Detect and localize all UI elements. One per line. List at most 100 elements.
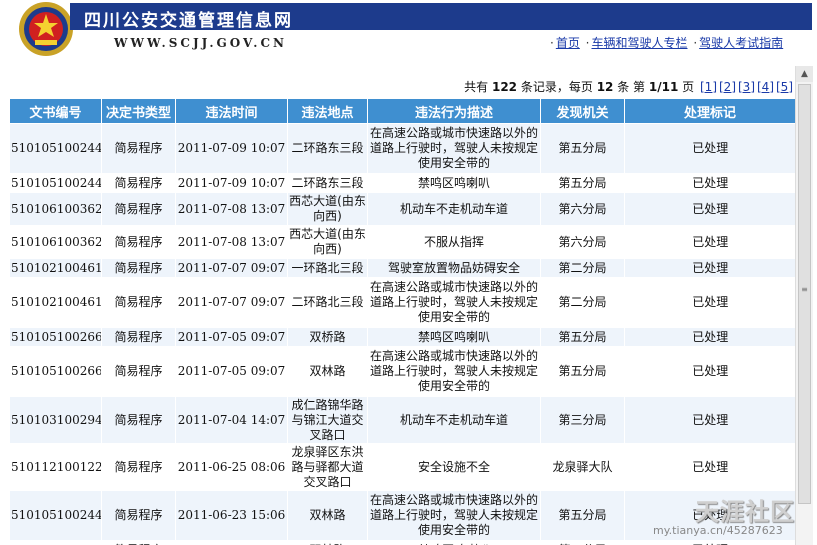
cell-violation-description: 在高速公路或城市快速路以外的道路上行驶时，驾驶人未按规定使用安全带的 (367, 346, 541, 397)
cell-violation-time: 2011-07-09 10:07 (175, 173, 288, 193)
column-header-issuing-authority: 发现机关 (540, 98, 625, 124)
scrollbar-grip-icon: ≡ (801, 285, 808, 294)
pagination: 共有 122 条记录，每页 12 条 第 1/11 页 [1] [2] [3] [4]… (464, 78, 793, 95)
title-bar: 四川公安交通管理信息网 (70, 3, 812, 31)
page-link-4[interactable]: [4] (757, 80, 774, 94)
cell-issuing-authority: 第五分局 (540, 123, 625, 174)
cell-violation-location: 双林路 (287, 490, 368, 541)
cell-issuing-authority: 第五分局 (540, 540, 625, 545)
cell-violation-description: 在高速公路或城市快速路以外的道路上行驶时，驾驶人未按规定使用安全带的 (367, 123, 541, 174)
table-row: 510102100461136简易程序2011-07-07 09:07一环路北三… (9, 258, 795, 278)
records-per-page: 12 (596, 80, 614, 94)
cell-violation-time: 2011-06-23 15:06 (175, 490, 288, 541)
cell-violation-time: 2011-07-05 09:07 (175, 346, 288, 397)
cell-process-status: 已处理 (624, 225, 795, 259)
cell-violation-time: 2011-07-04 14:07 (175, 396, 288, 444)
cell-violation-time: 2011-07-07 09:07 (175, 277, 288, 328)
cell-issuing-authority: 第五分局 (540, 173, 625, 193)
cell-violation-description: 安全设施不全 (367, 443, 541, 491)
site-title: 四川公安交通管理信息网 (84, 11, 293, 31)
cell-document-number: 510102100461136 (9, 258, 102, 278)
table-body: 510105100244528简易程序2011-07-09 10:07二环路东三… (9, 123, 795, 545)
scroll-up-arrow-icon[interactable]: ▲ (796, 66, 813, 82)
cell-violation-location: 双林路 (287, 540, 368, 545)
page-link-1[interactable]: [1] (700, 80, 717, 94)
pager-text: 页 (682, 80, 695, 94)
cell-decision-type: 简易程序 (101, 396, 176, 444)
cell-violation-time: 2011-07-05 09:07 (175, 327, 288, 347)
nav-link-vehicles-drivers[interactable]: 车辆和驾驶人专栏 (592, 36, 688, 50)
cell-decision-type: 简易程序 (101, 123, 176, 174)
nav-separator: · (550, 36, 554, 50)
table-row: 510103100294008简易程序2011-07-04 14:07成仁路锦华… (9, 396, 795, 444)
cell-decision-type: 简易程序 (101, 540, 176, 545)
vertical-scrollbar[interactable]: ▲ ≡ (795, 66, 813, 545)
table-header-row: 文书编号 决定书类型 违法时间 违法地点 违法行为描述 发现机关 处理标记 (9, 98, 795, 124)
page-link-2[interactable]: [2] (719, 80, 736, 94)
main-content: 共有 122 条记录，每页 12 条 第 1/11 页 [1] [2] [3] [4]… (0, 58, 795, 545)
cell-issuing-authority: 第五分局 (540, 490, 625, 541)
page-link-3[interactable]: [3] (738, 80, 755, 94)
cell-violation-location: 西芯大道(由东向西) (287, 192, 368, 226)
cell-violation-description: 在高速公路或城市快速路以外的道路上行驶时，驾驶人未按规定使用安全带的 (367, 490, 541, 541)
cell-violation-description: 驾驶室放置物品妨碍安全 (367, 258, 541, 278)
column-header-decision-type: 决定书类型 (101, 98, 176, 124)
cell-document-number: 510105100266993 (9, 327, 102, 347)
cell-document-number: 510103100294008 (9, 396, 102, 444)
cell-document-number: 510106100362914 (9, 225, 102, 259)
page-link-5[interactable]: [5] (776, 80, 793, 94)
cell-process-status: 已处理 (624, 258, 795, 278)
violation-records-table: 文书编号 决定书类型 违法时间 违法地点 违法行为描述 发现机关 处理标记 51… (9, 98, 795, 545)
cell-violation-description: 在高速公路或城市快速路以外的道路上行驶时，驾驶人未按规定使用安全带的 (367, 277, 541, 328)
cell-violation-description: 不服从指挥 (367, 225, 541, 259)
cell-violation-location: 二环路东三段 (287, 173, 368, 193)
site-url: WWW.SCJJ.GOV.CN (114, 36, 287, 50)
site-header: 四川公安交通管理信息网 WWW.SCJJ.GOV.CN · 首页 · 车辆和驾驶人专… (0, 0, 817, 58)
cell-issuing-authority: 第五分局 (540, 327, 625, 347)
cell-violation-location: 成仁路锦华路与锦江大道交叉路口 (287, 396, 368, 444)
cell-process-status: 已处理 (624, 123, 795, 174)
cell-violation-time: 2011-07-08 13:07 (175, 225, 288, 259)
cell-violation-description: 禁鸣区鸣喇叭 (367, 327, 541, 347)
cell-violation-time: 2011-06-25 08:06 (175, 443, 288, 491)
pager-text: 条记录，每页 (520, 80, 593, 94)
cell-decision-type: 简易程序 (101, 443, 176, 491)
column-header-violation-location: 违法地点 (287, 98, 368, 124)
cell-process-status: 已处理 (624, 277, 795, 328)
cell-violation-location: 龙泉驿区东洪路与驿都大道交叉路口 (287, 443, 368, 491)
current-page: 1/11 (648, 80, 679, 94)
column-header-process-status: 处理标记 (624, 98, 795, 124)
pager-prefix: 共有 (464, 80, 489, 94)
cell-decision-type: 简易程序 (101, 173, 176, 193)
cell-violation-location: 双林路 (287, 346, 368, 397)
cell-decision-type: 简易程序 (101, 277, 176, 328)
top-nav: · 首页 · 车辆和驾驶人专栏 · 驾驶人考试指南 (548, 34, 783, 51)
cell-violation-time: 2011-06-23 15:06 (175, 540, 288, 545)
tianya-watermark-url: my.tianya.cn/45287623 (653, 524, 783, 537)
cell-document-number: 510105100266992 (9, 346, 102, 397)
cell-violation-description: 机动车不走机动车道 (367, 192, 541, 226)
nav-link-home[interactable]: 首页 (556, 36, 580, 50)
table-row: 510106100362913简易程序2011-07-08 13:07西芯大道(… (9, 192, 795, 226)
cell-process-status: 已处理 (624, 192, 795, 226)
column-header-violation-time: 违法时间 (175, 98, 288, 124)
table-row: 510112100122849简易程序2011-06-25 08:06龙泉驿区东… (9, 443, 795, 491)
cell-issuing-authority: 第五分局 (540, 346, 625, 397)
table-row: 510105100244528简易程序2011-07-09 10:07二环路东三… (9, 123, 795, 174)
cell-process-status: 已处理 (624, 327, 795, 347)
scrollbar-thumb[interactable]: ≡ (798, 84, 811, 504)
cell-process-status: 已处理 (624, 173, 795, 193)
nav-link-driver-exam-guide[interactable]: 驾驶人考试指南 (699, 36, 783, 50)
total-records: 122 (491, 80, 518, 94)
cell-document-number: 510105100244527 (9, 173, 102, 193)
cell-violation-description: 禁鸣区鸣喇叭 (367, 540, 541, 545)
cell-document-number: 510102100461137 (9, 277, 102, 328)
cell-decision-type: 简易程序 (101, 327, 176, 347)
cell-process-status: 已处理 (624, 540, 795, 545)
police-emblem-icon (19, 2, 73, 56)
table-row: 510105100244527简易程序2011-07-09 10:07二环路东三… (9, 173, 795, 193)
cell-decision-type: 简易程序 (101, 225, 176, 259)
cell-decision-type: 简易程序 (101, 346, 176, 397)
cell-decision-type: 简易程序 (101, 490, 176, 541)
cell-issuing-authority: 第六分局 (540, 225, 625, 259)
